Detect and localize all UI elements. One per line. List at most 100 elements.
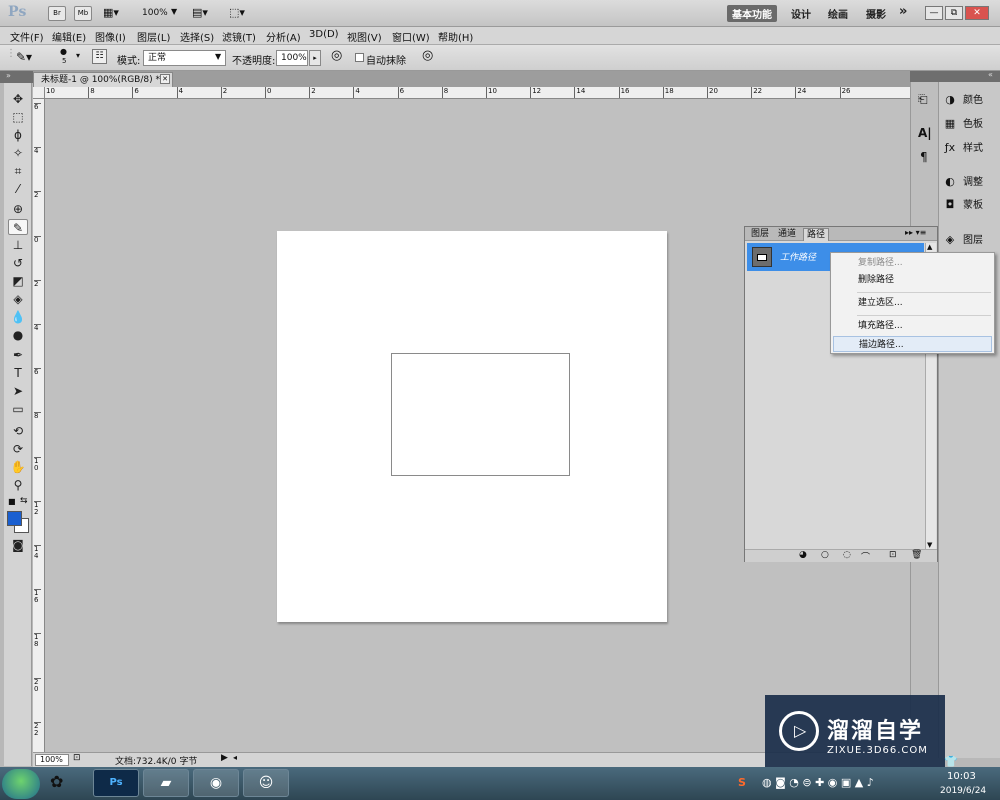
menu-help[interactable]: 帮助(H)	[438, 29, 473, 44]
healing-brush-tool-icon[interactable]: ⊕	[8, 201, 28, 217]
zoom-tool-icon[interactable]: ⚲	[8, 477, 28, 493]
eyedropper-tool-icon[interactable]: ⁄	[8, 181, 28, 197]
tab-layers[interactable]: 图层	[748, 228, 772, 241]
more-workspaces-icon[interactable]: »	[899, 4, 907, 19]
taskbar-browser-icon[interactable]: ◉	[193, 769, 239, 797]
brush-panel-icon[interactable]: ☷	[92, 49, 107, 64]
brush-chevron-icon[interactable]: ▾	[76, 51, 80, 60]
3d-orbit-tool-icon[interactable]: ⟳	[8, 441, 28, 457]
dock-collapse-icon[interactable]: «	[988, 70, 993, 79]
status-menu-arrow-icon[interactable]: ▶	[221, 753, 228, 763]
paint-bucket-tool-icon[interactable]: ◈	[8, 291, 28, 307]
menu-3d[interactable]: 3D(D)	[309, 29, 339, 40]
marquee-tool-icon[interactable]: ⬚	[8, 109, 28, 125]
hand-tool-icon[interactable]: ✋	[8, 459, 28, 475]
workspace-design[interactable]: 设计	[791, 6, 811, 21]
dock-color[interactable]: ◑ 颜色	[943, 90, 983, 110]
status-info-icon[interactable]: ⊡	[73, 753, 81, 763]
fill-path-icon[interactable]: ◕	[799, 550, 807, 560]
dock-styles[interactable]: ƒx 样式	[943, 138, 983, 158]
ruler-origin[interactable]	[33, 87, 45, 99]
arrange-documents-icon[interactable]: ▤▾	[192, 6, 216, 20]
type-tool-icon[interactable]: T	[8, 365, 28, 381]
menu-stroke-path[interactable]: 描边路径...	[833, 336, 992, 352]
menu-window[interactable]: 窗口(W)	[392, 29, 430, 44]
menu-make-selection[interactable]: 建立选区...	[833, 295, 992, 311]
status-zoom-field[interactable]: 100%	[35, 754, 69, 766]
load-selection-icon[interactable]: ◌	[843, 550, 851, 560]
crop-tool-icon[interactable]: ⌗	[8, 163, 28, 179]
pencil-tool-icon[interactable]: ✎	[8, 219, 28, 235]
stroke-path-icon[interactable]: ○	[821, 550, 829, 560]
menu-select[interactable]: 选择(S)	[180, 29, 214, 44]
opacity-input[interactable]: 100%	[276, 50, 308, 66]
minibridge-button[interactable]: Mb	[74, 6, 92, 21]
scroll-left-icon[interactable]: ◂	[233, 753, 237, 762]
make-work-path-icon[interactable]: ⌒	[861, 550, 870, 563]
dock-masks[interactable]: ◘ 蒙板	[943, 195, 983, 215]
menu-fill-path[interactable]: 填充路径...	[833, 318, 992, 334]
default-colors-icon[interactable]: ■	[8, 497, 16, 506]
work-path-rectangle[interactable]	[391, 353, 570, 476]
zoom-chevron-icon[interactable]: ▼	[171, 7, 177, 16]
menu-image[interactable]: 图像(I)	[95, 29, 126, 44]
workspace-painting[interactable]: 绘画	[828, 6, 848, 21]
taskbar-folder-icon[interactable]: ▰	[143, 769, 189, 797]
pressure-opacity-icon[interactable]: ◎	[331, 48, 342, 63]
toolbox-collapse-icon[interactable]: »	[6, 71, 11, 80]
menu-duplicate-path[interactable]: 复制路径...	[833, 255, 992, 271]
tab-close-icon[interactable]: ✕	[160, 74, 170, 84]
workspace-photography[interactable]: 摄影	[866, 6, 886, 21]
move-tool-icon[interactable]: ✥	[8, 91, 28, 107]
menu-edit[interactable]: 编辑(E)	[52, 29, 86, 44]
new-path-icon[interactable]: ⊡	[889, 550, 897, 560]
menu-filter[interactable]: 滤镜(T)	[222, 29, 256, 44]
clone-stamp-tool-icon[interactable]: ⊥	[8, 237, 28, 253]
menu-analysis[interactable]: 分析(A)	[266, 29, 301, 44]
panel-menu-icon[interactable]: ▸▸ ▾≡	[905, 228, 926, 237]
tab-channels[interactable]: 通道	[775, 228, 799, 241]
menu-file[interactable]: 文件(F)	[10, 29, 44, 44]
explorer-colorful-icon[interactable]: ✿	[50, 772, 63, 791]
swap-colors-icon[interactable]: ⇆	[20, 496, 28, 506]
scroll-up-icon[interactable]: ▲	[927, 243, 932, 251]
pencil-preset-icon[interactable]: ✎▾	[16, 50, 32, 64]
tray-icons[interactable]: ◍ ◙ ◔ ⊜ ✚ ◉ ▣ ▲ ♪	[762, 776, 874, 789]
path-selection-tool-icon[interactable]: ➤	[8, 383, 28, 399]
quick-selection-tool-icon[interactable]: ✧	[8, 145, 28, 161]
document-tab[interactable]: 未标题-1 @ 100%(RGB/8) *	[33, 72, 173, 87]
history-brush-tool-icon[interactable]: ↺	[8, 255, 28, 271]
foreground-color-swatch[interactable]	[7, 511, 22, 526]
tab-paths[interactable]: 路径	[803, 228, 830, 241]
delete-path-icon[interactable]: 🗑	[911, 550, 922, 560]
taskbar-photoshop[interactable]: Ps	[93, 769, 139, 797]
character-panel-icon[interactable]: A|	[918, 126, 932, 140]
autoerase-checkbox[interactable]	[355, 53, 364, 62]
screen-mode-icon[interactable]: ⬚▾	[229, 6, 253, 20]
close-button[interactable]: ✕	[965, 6, 989, 20]
bridge-button[interactable]: Br	[48, 6, 66, 21]
workspace-essentials[interactable]: 基本功能	[727, 5, 777, 22]
quick-mask-icon[interactable]: ◙	[8, 537, 28, 553]
brush-dot-icon[interactable]: ●	[60, 47, 67, 56]
pen-tool-icon[interactable]: ✒	[8, 347, 28, 363]
zoom-level-dropdown[interactable]: 100%	[142, 8, 168, 18]
menu-layer[interactable]: 图层(L)	[137, 29, 170, 44]
view-extras-icon[interactable]: ▦▾	[103, 6, 127, 20]
blur-tool-icon[interactable]: 💧	[8, 309, 28, 325]
history-panel-icon[interactable]: ⎗	[918, 92, 928, 107]
menu-delete-path[interactable]: 删除路径	[833, 272, 992, 288]
scroll-down-icon[interactable]: ▼	[927, 541, 932, 549]
3d-rotate-tool-icon[interactable]: ⟲	[8, 423, 28, 439]
mode-select[interactable]: 正常	[143, 50, 226, 66]
sogou-icon[interactable]: S	[738, 776, 746, 789]
tray-shirt-icon[interactable]: 👕	[944, 755, 964, 769]
clock-time[interactable]: 10:03	[947, 771, 976, 782]
start-button[interactable]	[2, 769, 40, 799]
rectangle-tool-icon[interactable]: ▭	[8, 401, 28, 417]
clock-date[interactable]: 2019/6/24	[940, 786, 986, 796]
dock-layers[interactable]: ◈ 图层	[943, 230, 983, 250]
pressure-size-icon[interactable]: ◎	[422, 48, 433, 63]
minimize-button[interactable]: —	[925, 6, 943, 20]
lasso-tool-icon[interactable]: ϕ	[8, 127, 28, 143]
